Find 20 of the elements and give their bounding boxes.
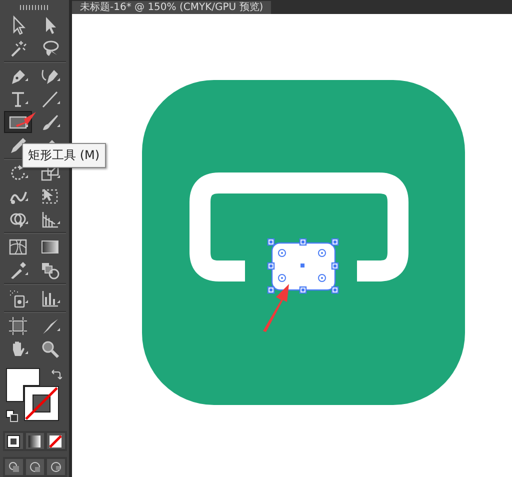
fill-swatch[interactable] <box>6 368 40 402</box>
default-colors-icon[interactable] <box>6 410 18 422</box>
spray-can-icon <box>8 288 28 308</box>
zoom-icon <box>40 338 60 359</box>
tooltip: 矩形工具 (M) <box>22 143 106 168</box>
artboard-icon <box>8 316 28 336</box>
none-mode-icon[interactable] <box>46 433 64 449</box>
line-icon <box>40 88 60 109</box>
draw-behind-icon[interactable] <box>26 459 44 475</box>
document-tab[interactable]: 未标题-16* @ 150% (CMYK/GPU 预览) <box>72 1 272 14</box>
swap-icon[interactable] <box>50 368 62 380</box>
color-mode-icon[interactable] <box>4 433 22 449</box>
rectangle-tool[interactable] <box>4 110 32 133</box>
draw-inside-icon[interactable] <box>46 459 64 475</box>
annotation-arrow <box>16 112 36 127</box>
stroke-swatch[interactable] <box>24 386 58 421</box>
annotation-arrow <box>263 284 289 332</box>
draw-normal-icon[interactable] <box>4 459 22 475</box>
mesh-icon <box>8 236 28 257</box>
gradient-mode-icon[interactable] <box>26 433 44 449</box>
